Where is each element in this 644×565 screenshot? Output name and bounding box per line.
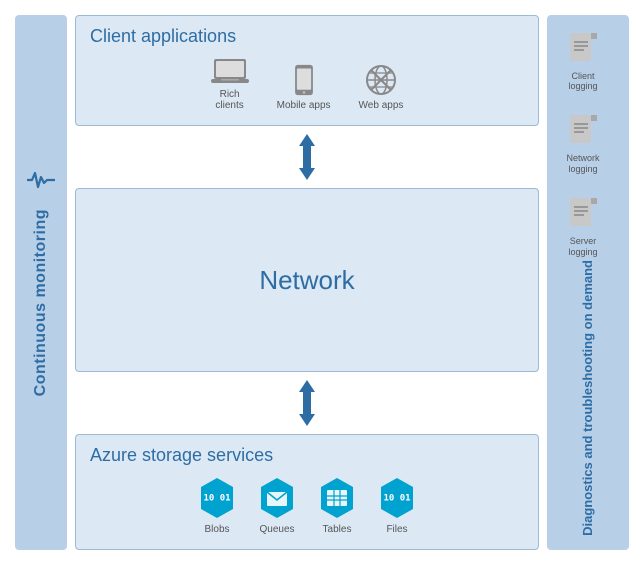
heartbeat-icon (27, 169, 55, 197)
rich-clients-label: Richclients (215, 89, 243, 111)
svg-text:10 01: 10 01 (383, 494, 410, 504)
client-apps-box: Client applications Richclients (75, 15, 539, 126)
mobile-apps-label: Mobile apps (277, 100, 331, 111)
client-logging-label: Clientlogging (568, 71, 597, 93)
tables-label: Tables (323, 524, 352, 535)
storage-icons-row: 10 01 Blobs Queues (90, 476, 524, 535)
icon-files: 10 01 Files (375, 476, 419, 535)
server-logging-label: Serverlogging (568, 236, 597, 258)
network-logging-label: Networklogging (566, 153, 599, 175)
queues-label: Queues (259, 524, 294, 535)
blobs-label: Blobs (204, 524, 229, 535)
icon-rich-clients: Richclients (211, 57, 249, 111)
files-label: Files (386, 524, 407, 535)
azure-storage-box: Azure storage services 10 01 Blobs (75, 434, 539, 550)
right-icons-group: Clientlogging Networklogging (566, 29, 599, 260)
right-sidebar-label: Diagnostics and troubleshooting on deman… (580, 260, 596, 536)
azure-storage-title: Azure storage services (90, 445, 524, 466)
network-title: Network (259, 265, 354, 296)
right-sidebar: Clientlogging Networklogging (547, 15, 629, 550)
arrow-connector-2 (75, 378, 539, 428)
icon-tables: Tables (315, 476, 359, 535)
svg-text:10 01: 10 01 (203, 494, 230, 504)
left-sidebar-label: Continuous monitoring (32, 209, 50, 396)
log-item-server: Serverlogging (568, 197, 598, 258)
client-apps-title: Client applications (90, 26, 524, 47)
client-apps-icons-row: Richclients Mobile apps (90, 57, 524, 111)
icon-mobile-apps: Mobile apps (277, 64, 331, 111)
left-sidebar: Continuous monitoring (15, 15, 67, 550)
icon-queues: Queues (255, 476, 299, 535)
icon-blobs: 10 01 Blobs (195, 476, 239, 535)
log-item-client: Clientlogging (568, 32, 598, 93)
icon-web-apps: Web apps (359, 64, 404, 111)
network-box: Network (75, 188, 539, 372)
center-content: Client applications Richclients (75, 15, 539, 550)
main-container: Continuous monitoring Client application… (0, 0, 644, 565)
arrow-connector (75, 132, 539, 182)
web-apps-label: Web apps (359, 100, 404, 111)
log-item-network: Networklogging (566, 114, 599, 175)
